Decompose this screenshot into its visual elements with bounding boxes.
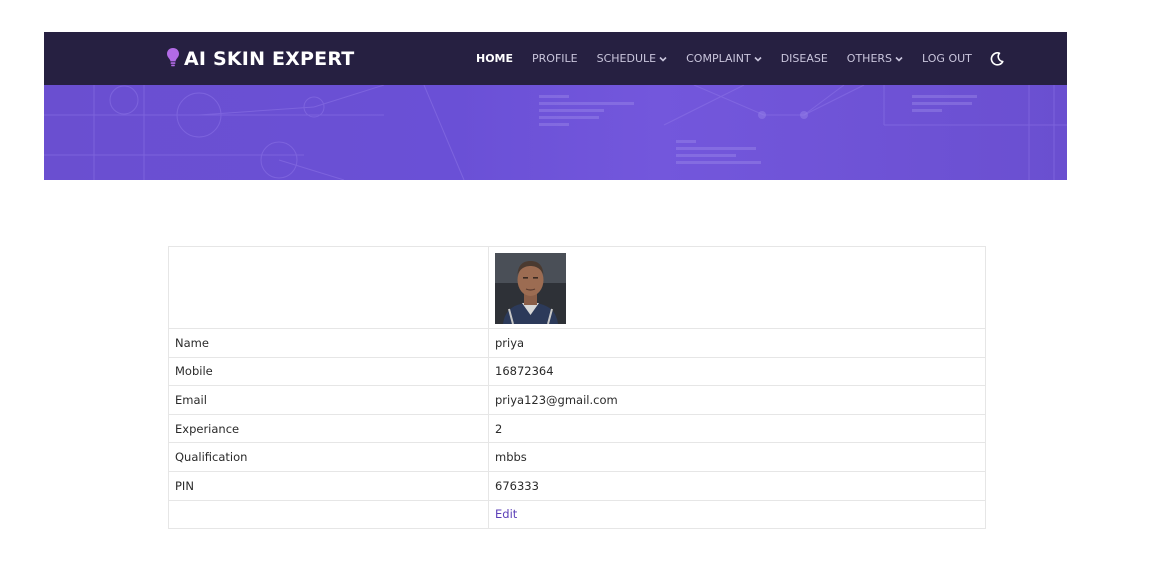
chevron-down-icon bbox=[659, 56, 667, 62]
chevron-down-icon bbox=[754, 56, 762, 62]
nav-label-schedule: SCHEDULE bbox=[596, 52, 657, 65]
field-label: Email bbox=[168, 385, 489, 415]
brand-name: AI SKIN EXPERT bbox=[184, 48, 355, 70]
nav-label-home: HOME bbox=[476, 52, 514, 65]
nav-label-disease: DISEASE bbox=[780, 52, 828, 65]
edit-row: Edit bbox=[168, 499, 986, 530]
nav-item-schedule[interactable]: SCHEDULE bbox=[597, 52, 668, 65]
table-row: Email priya123@gmail.com bbox=[168, 385, 986, 415]
doctor-avatar bbox=[495, 252, 566, 324]
top-navbar: AI SKIN EXPERT HOME PROFILE SCHEDULE COM… bbox=[44, 32, 1067, 85]
photo-label-cell bbox=[168, 246, 489, 329]
nav-item-logout[interactable]: LOG OUT bbox=[922, 52, 972, 65]
nav-item-home[interactable]: HOME bbox=[476, 52, 513, 65]
main-nav: HOME PROFILE SCHEDULE COMPLAINT DISEASE … bbox=[476, 32, 1005, 85]
moon-icon[interactable] bbox=[989, 51, 1005, 67]
lightbulb-icon bbox=[166, 47, 180, 71]
table-row: Qualification mbbs bbox=[168, 442, 986, 472]
brand-logo[interactable]: AI SKIN EXPERT bbox=[166, 45, 354, 73]
field-label: Experiance bbox=[168, 413, 489, 444]
profile-table: Name priya Mobile 16872364 Email priya12… bbox=[168, 246, 986, 530]
field-label: Mobile bbox=[168, 356, 489, 387]
field-value: 16872364 bbox=[488, 356, 986, 387]
photo-cell bbox=[488, 246, 986, 329]
nav-label-complaint: COMPLAINT bbox=[686, 52, 751, 65]
field-value: priya123@gmail.com bbox=[488, 385, 986, 415]
table-row: Name priya bbox=[168, 328, 986, 358]
field-value: priya bbox=[488, 328, 986, 358]
edit-label-cell bbox=[168, 499, 489, 530]
photo-row bbox=[168, 246, 986, 329]
nav-label-logout: LOG OUT bbox=[922, 52, 972, 65]
table-row: PIN 676333 bbox=[168, 470, 986, 501]
hero-banner bbox=[44, 85, 1067, 180]
edit-link[interactable]: Edit bbox=[495, 507, 517, 521]
nav-item-profile[interactable]: PROFILE bbox=[532, 52, 578, 65]
field-label: Name bbox=[168, 328, 489, 358]
table-row: Experiance 2 bbox=[168, 413, 986, 444]
field-value: mbbs bbox=[488, 442, 986, 472]
nav-item-disease[interactable]: DISEASE bbox=[781, 52, 828, 65]
field-value: 2 bbox=[488, 413, 986, 444]
edit-cell: Edit bbox=[488, 499, 986, 530]
table-row: Mobile 16872364 bbox=[168, 356, 986, 387]
circuit-pattern bbox=[44, 85, 1067, 180]
field-label: PIN bbox=[168, 470, 489, 501]
nav-label-others: OTHERS bbox=[846, 52, 893, 65]
nav-label-profile: PROFILE bbox=[532, 52, 578, 65]
field-value: 676333 bbox=[488, 470, 986, 501]
field-label: Qualification bbox=[168, 442, 489, 472]
nav-item-others[interactable]: OTHERS bbox=[847, 52, 903, 65]
chevron-down-icon bbox=[895, 56, 903, 62]
nav-item-complaint[interactable]: COMPLAINT bbox=[686, 52, 762, 65]
